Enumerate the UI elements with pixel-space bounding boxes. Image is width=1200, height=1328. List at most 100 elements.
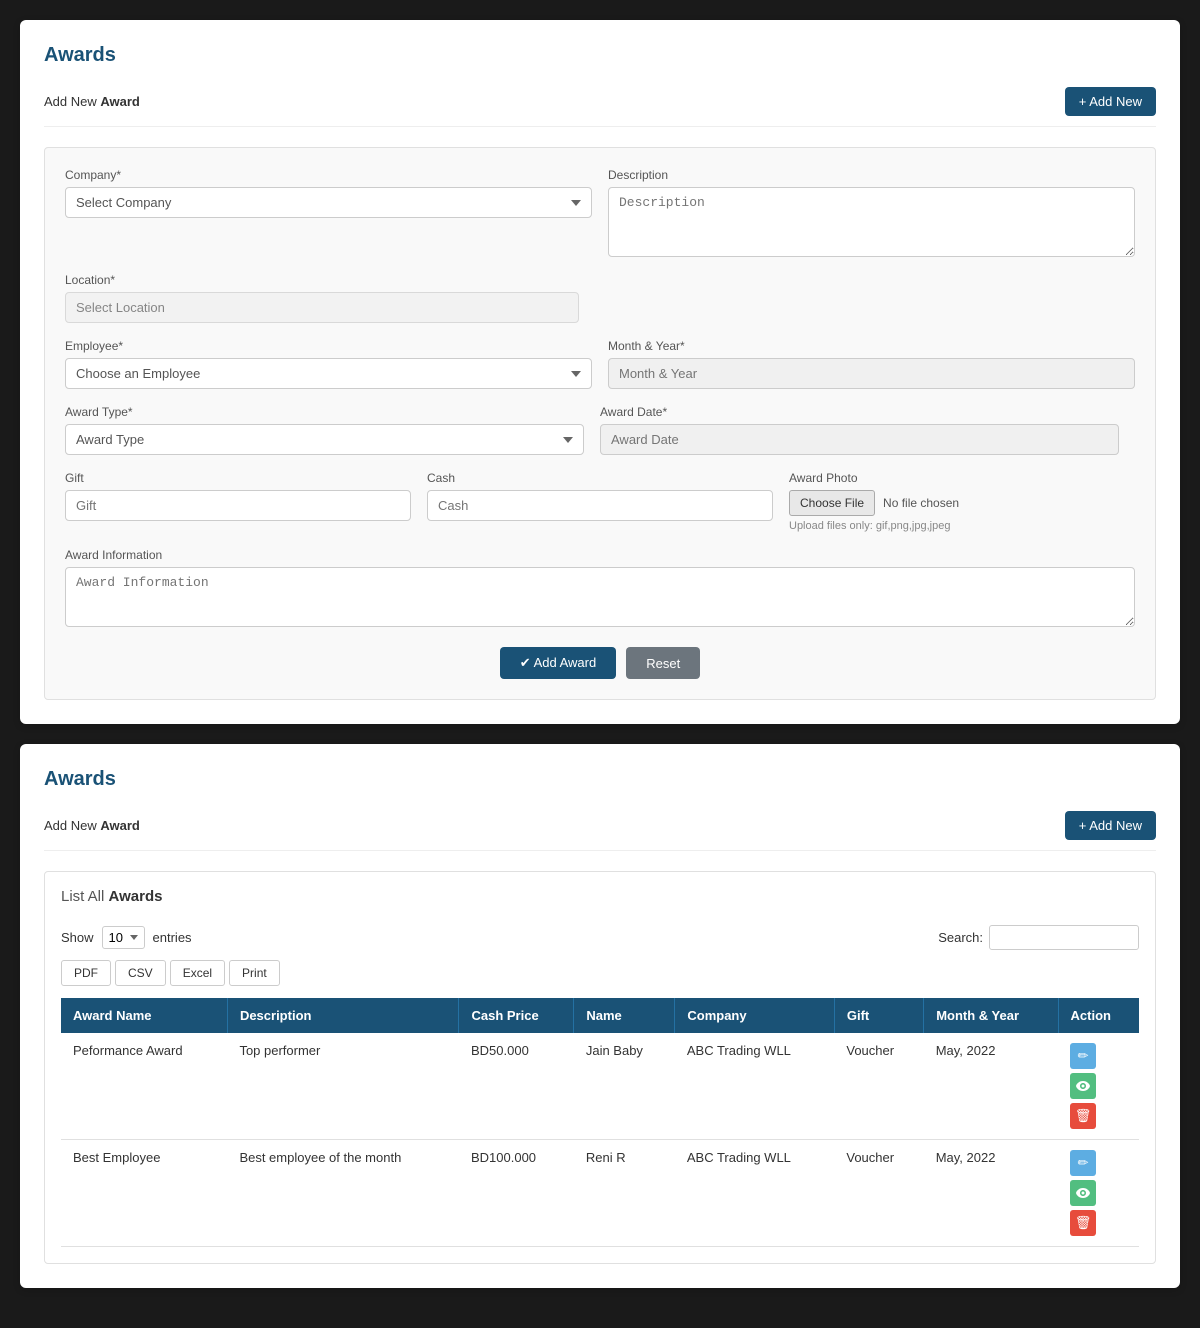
award-date-input[interactable] xyxy=(600,424,1119,455)
top-awards-card: Awards Add New Award + Add New Company* … xyxy=(20,20,1180,724)
action-buttons-group: ✏ 🗑 xyxy=(1070,1150,1127,1236)
employee-select[interactable]: Choose an Employee xyxy=(65,358,592,389)
bottom-add-new-button[interactable]: + Add New xyxy=(1065,811,1156,840)
view-button[interactable] xyxy=(1070,1073,1096,1099)
cell-award-name: Best Employee xyxy=(61,1140,227,1247)
bottom-section-header: Add New Award + Add New xyxy=(44,811,1156,851)
pdf-button[interactable]: PDF xyxy=(61,960,111,986)
csv-button[interactable]: CSV xyxy=(115,960,166,986)
list-section: List All Awards Show 10 entries Search: … xyxy=(44,871,1156,1264)
award-photo-label: Award Photo xyxy=(789,471,1135,485)
description-group: Description xyxy=(608,168,1135,257)
cell-award-name: Peformance Award xyxy=(61,1033,227,1140)
edit-button[interactable]: ✏ xyxy=(1070,1043,1096,1069)
search-input[interactable] xyxy=(989,925,1139,950)
cell-action: ✏ 🗑 xyxy=(1058,1140,1139,1247)
month-year-input[interactable] xyxy=(608,358,1135,389)
cash-label: Cash xyxy=(427,471,773,485)
col-company: Company xyxy=(675,998,835,1033)
table-controls: Show 10 entries Search: xyxy=(61,925,1139,950)
form-row-1: Company* Select Company Description xyxy=(65,168,1135,257)
award-info-label: Award Information xyxy=(65,548,1135,562)
entries-select[interactable]: 10 xyxy=(102,926,145,949)
no-file-chosen-text: No file chosen xyxy=(883,496,959,510)
location-label: Location* xyxy=(65,273,579,287)
cash-group: Cash xyxy=(427,471,773,532)
table-row: Peformance Award Top performer BD50.000 … xyxy=(61,1033,1139,1140)
top-add-new-button[interactable]: + Add New xyxy=(1065,87,1156,116)
top-section-header: Add New Award + Add New xyxy=(44,87,1156,127)
award-info-textarea[interactable] xyxy=(65,567,1135,627)
file-upload-area: Choose File No file chosen xyxy=(789,490,1135,516)
cell-cash-price: BD100.000 xyxy=(459,1140,574,1247)
gift-input[interactable] xyxy=(65,490,411,521)
table-header-row: Award Name Description Cash Price Name C… xyxy=(61,998,1139,1033)
award-type-select[interactable]: Award Type xyxy=(65,424,584,455)
table-row: Best Employee Best employee of the month… xyxy=(61,1140,1139,1247)
employee-label: Employee* xyxy=(65,339,592,353)
cell-name: Jain Baby xyxy=(574,1033,675,1140)
cell-description: Best employee of the month xyxy=(227,1140,459,1247)
col-action: Action xyxy=(1058,998,1139,1033)
location-group: Location* Select Location xyxy=(65,273,579,323)
col-name: Name xyxy=(574,998,675,1033)
cell-description: Top performer xyxy=(227,1033,459,1140)
col-gift: Gift xyxy=(834,998,923,1033)
export-buttons: PDF CSV Excel Print xyxy=(61,960,1139,986)
cell-cash-price: BD50.000 xyxy=(459,1033,574,1140)
bottom-page-title: Awards xyxy=(44,768,1156,791)
cell-company: ABC Trading WLL xyxy=(675,1140,835,1247)
description-label: Description xyxy=(608,168,1135,182)
bottom-add-new-label: Add New Award xyxy=(44,818,140,833)
top-page-title: Awards xyxy=(44,44,1156,67)
col-award-name: Award Name xyxy=(61,998,227,1033)
form-row-4: Award Type* Award Type Award Date* xyxy=(65,405,1135,455)
award-type-group: Award Type* Award Type xyxy=(65,405,584,455)
add-award-button[interactable]: ✔ Add Award xyxy=(500,647,616,679)
cell-name: Reni R xyxy=(574,1140,675,1247)
add-new-section-label: Add New Award xyxy=(44,94,140,109)
search-control: Search: xyxy=(938,925,1139,950)
delete-button[interactable]: 🗑 xyxy=(1070,1210,1096,1236)
reset-button[interactable]: Reset xyxy=(626,647,700,679)
choose-file-button[interactable]: Choose File xyxy=(789,490,875,516)
cell-gift: Voucher xyxy=(834,1033,923,1140)
cash-input[interactable] xyxy=(427,490,773,521)
cell-gift: Voucher xyxy=(834,1140,923,1247)
location-select[interactable]: Select Location xyxy=(65,292,579,323)
excel-button[interactable]: Excel xyxy=(170,960,225,986)
form-actions: ✔ Add Award Reset xyxy=(65,647,1135,679)
view-button[interactable] xyxy=(1070,1180,1096,1206)
company-label: Company* xyxy=(65,168,592,182)
col-description: Description xyxy=(227,998,459,1033)
gift-label: Gift xyxy=(65,471,411,485)
delete-button[interactable]: 🗑 xyxy=(1070,1103,1096,1129)
edit-button[interactable]: ✏ xyxy=(1070,1150,1096,1176)
gift-group: Gift xyxy=(65,471,411,532)
award-photo-group: Award Photo Choose File No file chosen U… xyxy=(789,471,1135,532)
spacer-group xyxy=(595,273,1135,323)
award-date-label: Award Date* xyxy=(600,405,1119,419)
action-buttons-group: ✏ 🗑 xyxy=(1070,1043,1127,1129)
col-cash-price: Cash Price xyxy=(459,998,574,1033)
employee-group: Employee* Choose an Employee xyxy=(65,339,592,389)
award-type-label: Award Type* xyxy=(65,405,584,419)
bottom-awards-card: Awards Add New Award + Add New List All … xyxy=(20,744,1180,1288)
search-label: Search: xyxy=(938,930,983,945)
form-row-5: Gift Cash Award Photo Choose File No fil… xyxy=(65,471,1135,532)
cell-month-year: May, 2022 xyxy=(924,1140,1058,1247)
print-button[interactable]: Print xyxy=(229,960,280,986)
awards-table: Award Name Description Cash Price Name C… xyxy=(61,998,1139,1247)
show-entries: Show 10 entries xyxy=(61,926,192,949)
form-row-6: Award Information xyxy=(65,548,1135,627)
list-section-header: List All Awards xyxy=(61,888,1139,905)
award-date-group: Award Date* xyxy=(600,405,1119,455)
company-group: Company* Select Company xyxy=(65,168,592,257)
cell-month-year: May, 2022 xyxy=(924,1033,1058,1140)
award-info-group: Award Information xyxy=(65,548,1135,627)
entries-label: entries xyxy=(153,930,192,945)
month-year-group: Month & Year* xyxy=(608,339,1135,389)
description-textarea[interactable] xyxy=(608,187,1135,257)
company-select[interactable]: Select Company xyxy=(65,187,592,218)
show-label: Show xyxy=(61,930,94,945)
